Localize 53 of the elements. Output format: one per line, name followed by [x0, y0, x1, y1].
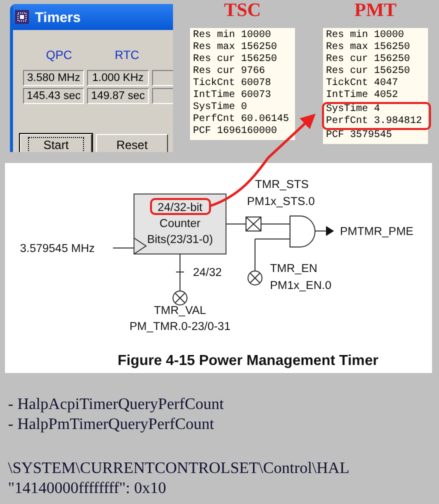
panel-title: PMT [354, 0, 397, 23]
value-field: 149.87 sec [87, 88, 149, 104]
output-arrow [314, 226, 334, 236]
value-field: 145.43 sec [23, 88, 84, 104]
panel-title: TSC [224, 0, 261, 23]
value-field: 1.000 KHz [87, 70, 149, 86]
function-name: - HalpAcpiTimerQueryPerfCount [8, 395, 224, 415]
diagram-label: 3.579545 MHz [20, 243, 95, 255]
stat-line: Res cur 156250 [193, 54, 278, 66]
stat-line: IntTime 4052 [326, 90, 398, 102]
stat-line: SysTime 0 [193, 102, 248, 114]
stat-line: TickCnt 4047 [326, 78, 398, 90]
connector-icon [172, 290, 188, 306]
stat-line: PerfCnt 60.06145 [193, 114, 290, 126]
figure-caption: Figure 4-15 Power Management Timer [118, 353, 378, 369]
diagram-label: PM1x_STS.0 [247, 196, 315, 208]
stat-line: SysTime 4 [326, 104, 380, 116]
diagram-label: TMR_VAL [154, 305, 206, 317]
clock-line [112, 238, 147, 254]
window-title: Timers [35, 9, 81, 25]
stat-line: Res cur 156250 [326, 66, 410, 78]
diagram-label: TMR_EN [270, 263, 318, 275]
start-button[interactable]: Start [20, 134, 92, 152]
diagram-label: Counter [160, 218, 200, 230]
diagram-label: PM1x_EN.0 [270, 280, 332, 292]
diagram-label: PMTMR_PME [340, 226, 414, 238]
stat-line: Res cur 9766 [193, 66, 266, 78]
connector-icon [248, 270, 262, 286]
registry-line: \SYSTEM\CURRENTCONTROLSET\Control\HAL [8, 459, 350, 479]
diagram-label: PM_TMR.0-23/0-31 [130, 321, 230, 333]
status-bit-icon [246, 216, 262, 232]
reset-button[interactable]: Reset [96, 134, 168, 152]
column-header: QPC [44, 48, 73, 62]
diagram-label: TMR_STS [255, 179, 309, 191]
stat-line: TickCnt 60078 [193, 78, 272, 90]
registry-line: "14140000ffffffff": 0x10 [8, 479, 166, 499]
stat-line: Res max 156250 [326, 42, 410, 54]
stat-line: Res max 156250 [193, 42, 278, 54]
stat-line: Res min 10000 [326, 30, 404, 42]
column-header: RTC [114, 48, 140, 62]
app-icon [15, 10, 29, 24]
diagram-label: 24/32-bit [158, 202, 202, 214]
function-name: - HalpPmTimerQueryPerfCount [8, 415, 214, 435]
stat-line: PCF 3579545 [326, 130, 392, 142]
value-field: 3.580 MHz [23, 70, 84, 86]
stat-line: PCF 1696160000 [193, 126, 278, 138]
stat-line: Res cur 156250 [326, 54, 410, 66]
wire [176, 254, 184, 292]
stat-line: Res min 10000 [193, 30, 272, 42]
diagram-label: 24/32 [193, 267, 222, 279]
diagram-label: Bits(23/31-0) [147, 234, 213, 246]
stat-line: IntTime 60073 [193, 90, 272, 102]
stat-line: PerfCnt 3.984812 [326, 116, 422, 128]
